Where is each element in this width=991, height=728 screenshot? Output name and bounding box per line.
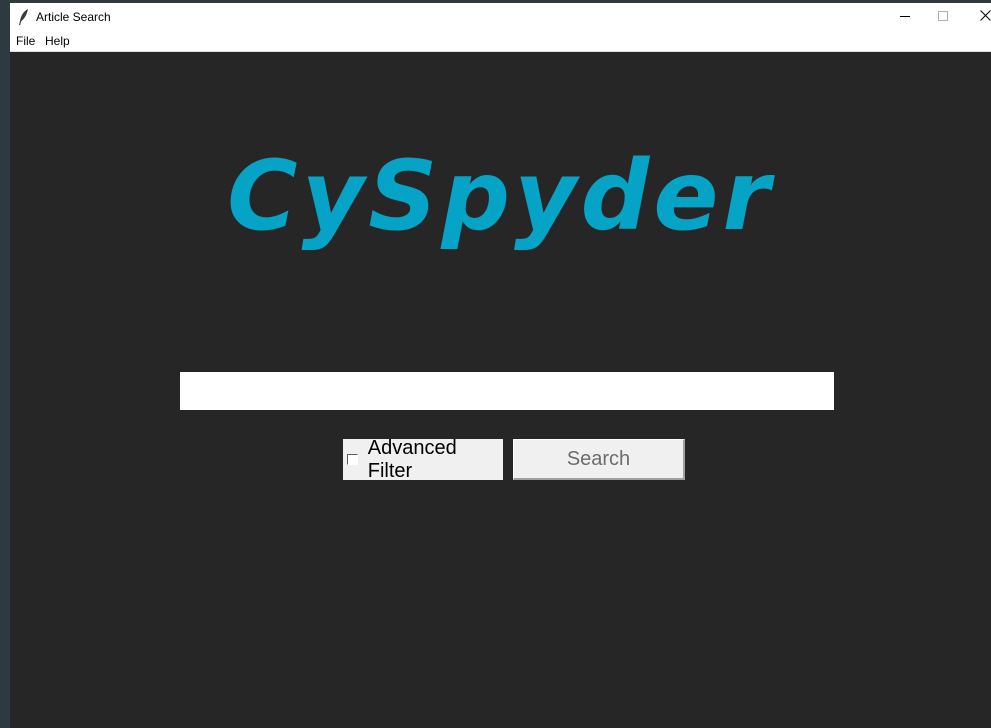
minimize-icon xyxy=(900,8,910,26)
search-button[interactable]: Search xyxy=(513,439,685,480)
feather-icon xyxy=(18,9,30,25)
app-window: Article Search File Help CySpyder Advanc… xyxy=(10,3,991,728)
search-input[interactable] xyxy=(180,372,834,410)
close-icon xyxy=(979,8,991,26)
advanced-filter-checkbox[interactable]: Advanced Filter xyxy=(343,436,503,482)
menu-help[interactable]: Help xyxy=(45,34,70,48)
maximize-button[interactable] xyxy=(923,3,963,31)
main-content: CySpyder Advanced Filter Search xyxy=(10,52,991,728)
cyspyder-logo: CySpyder xyxy=(227,140,774,252)
maximize-icon xyxy=(938,8,948,26)
menu-file[interactable]: File xyxy=(16,34,35,48)
window-title: Article Search xyxy=(36,10,111,24)
close-button[interactable] xyxy=(965,3,991,31)
minimize-button[interactable] xyxy=(885,3,925,31)
title-bar: Article Search xyxy=(10,3,991,31)
checkbox-icon[interactable] xyxy=(347,454,358,465)
menu-bar: File Help xyxy=(10,31,991,52)
advanced-filter-label: Advanced Filter xyxy=(367,436,457,482)
